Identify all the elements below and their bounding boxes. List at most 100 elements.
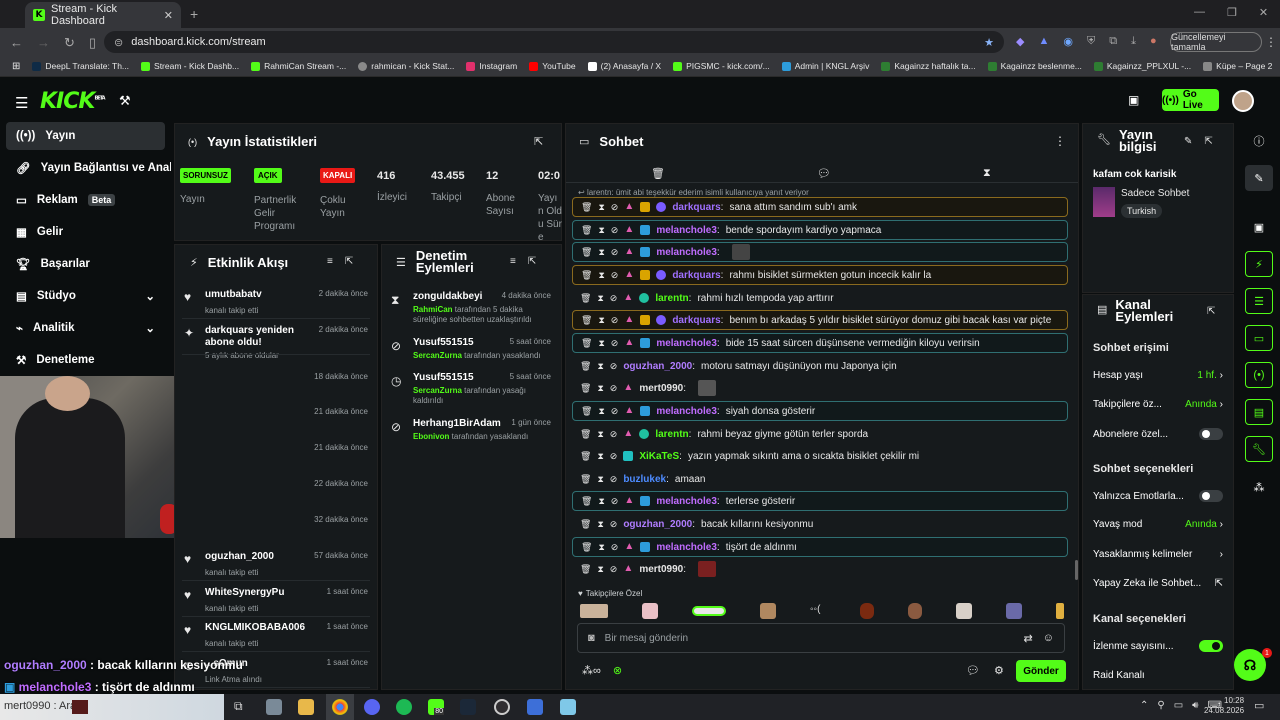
trash-icon[interactable]: 🗑︎ bbox=[581, 247, 592, 258]
download-icon[interactable]: ⤓ bbox=[1131, 35, 1136, 48]
trash-icon[interactable]: 🗑︎ bbox=[581, 315, 592, 326]
emote[interactable] bbox=[908, 603, 922, 619]
ban-icon[interactable]: ⊘ bbox=[611, 315, 619, 326]
lightning-icon[interactable]: ⚡︎ bbox=[1245, 251, 1273, 277]
popout-icon[interactable]: ⇱ bbox=[528, 256, 536, 267]
discord-icon[interactable] bbox=[364, 699, 380, 715]
kick-badge-icon[interactable]: ⊗ bbox=[613, 664, 622, 677]
go-live-button[interactable]: ((•)) Go Live bbox=[1162, 89, 1219, 111]
chat-message[interactable]: 🗑︎ ⧗ ⊘ ▲ mert0990: bbox=[572, 559, 1068, 579]
trash-icon[interactable]: 🗑︎ bbox=[581, 542, 592, 553]
chat-message[interactable]: 🗑︎ ⧗ ⊘ ▲ larentn: rahmi beyaz giyme götü… bbox=[572, 424, 1068, 444]
hourglass-icon[interactable]: ⧗ bbox=[597, 564, 603, 575]
emote-only-toggle[interactable] bbox=[1199, 490, 1223, 502]
edit-icon[interactable]: ✎ bbox=[1184, 136, 1192, 147]
subscribers-only-toggle[interactable] bbox=[1199, 428, 1223, 440]
steam-icon[interactable] bbox=[460, 699, 476, 715]
emote[interactable] bbox=[580, 604, 608, 618]
extension-icon[interactable]: ◆ bbox=[1016, 35, 1024, 48]
taskbar-app-icon[interactable] bbox=[527, 699, 543, 715]
hourglass-icon[interactable]: ⧗ bbox=[597, 519, 603, 530]
sidebar-item-basarilar[interactable]: 🏆︎ Başarılar bbox=[6, 250, 165, 278]
chat-username[interactable]: mert0990 bbox=[639, 383, 683, 394]
chat-message[interactable]: 🗑︎ ⧗ ⊘ ▲ melanchole3: bende spordayım ka… bbox=[572, 220, 1068, 240]
chat-username[interactable]: darkquars bbox=[672, 270, 720, 281]
chat-message[interactable]: 🗑︎ ⧗ ⊘ ▲ melanchole3: bide 15 saat sürce… bbox=[572, 333, 1068, 353]
trash-icon[interactable]: 🗑︎ bbox=[580, 474, 591, 485]
followers-only-setting[interactable]: Takipçilere öz... Anında › bbox=[1093, 399, 1223, 410]
community-icon[interactable]: ⁂ bbox=[1245, 474, 1273, 500]
ban-icon[interactable]: ⊘ bbox=[611, 225, 619, 236]
chat-message[interactable]: 🗑︎ ⧗ ⊘ ▲ larentn: rahmi hızlı tempoda ya… bbox=[572, 288, 1068, 308]
ban-icon[interactable]: ⊘ bbox=[611, 270, 619, 281]
ban-icon[interactable]: ⊘ bbox=[611, 496, 619, 507]
emote[interactable] bbox=[692, 606, 726, 616]
chat-username[interactable]: oguzhan_2000 bbox=[623, 361, 692, 372]
trash-icon[interactable]: 🗑︎ bbox=[580, 429, 591, 440]
chat-username[interactable]: melanchole3 bbox=[656, 406, 717, 417]
chat-username[interactable]: melanchole3 bbox=[656, 247, 717, 258]
trash-icon[interactable]: 🗑︎ bbox=[581, 496, 592, 507]
bookmark-item[interactable]: Kagainzz haftalık ta... bbox=[875, 61, 981, 71]
tray-icon[interactable]: ⚲ bbox=[1157, 700, 1164, 711]
sidebar-item-reklam[interactable]: ▭ Reklam Beta bbox=[6, 186, 165, 214]
chat-message[interactable]: 🗑︎ ⧗ ⊘ ▲ melanchole3: bbox=[572, 242, 1068, 262]
popout-icon[interactable]: ⇱ bbox=[1204, 136, 1212, 147]
chat-message[interactable]: 🗑︎ ⧗ ⊘ XiKaTeS: yazın yapmak sıkıntı ama… bbox=[572, 446, 1068, 466]
omnibox[interactable]: ⊜ dashboard.kick.com/stream ★ bbox=[104, 31, 1004, 53]
chat-options-icon[interactable]: ⋮ bbox=[1054, 134, 1066, 148]
ban-icon[interactable]: ⊘ bbox=[610, 474, 618, 485]
wrench-icon[interactable]: 🔧︎ bbox=[1245, 436, 1273, 462]
folder-icon[interactable] bbox=[298, 699, 314, 715]
site-info-icon[interactable]: ⊜ bbox=[114, 36, 123, 49]
chat-username[interactable]: melanchole3 bbox=[656, 225, 717, 236]
popout-icon[interactable]: ⇱ bbox=[1207, 306, 1215, 317]
send-button[interactable]: Gönder bbox=[1016, 660, 1066, 682]
bookmark-item[interactable]: Kagainzz_PPLXUL -... bbox=[1088, 61, 1197, 71]
account-age-setting[interactable]: Hesap yaşı 1 hf. › bbox=[1093, 370, 1223, 381]
chat-message[interactable]: 🗑︎ ⧗ ⊘ ▲ melanchole3: siyah donsa göster… bbox=[572, 401, 1068, 421]
emote[interactable] bbox=[1056, 603, 1064, 619]
filter-icon[interactable]: ≡ bbox=[327, 256, 333, 267]
task-view-icon[interactable]: ⧉ bbox=[234, 699, 243, 714]
slow-mode-setting[interactable]: Yavaş mod Anında › bbox=[1093, 519, 1223, 530]
extension-icon[interactable]: ▲ bbox=[1038, 35, 1049, 48]
chat-message[interactable]: 🗑︎ ⧗ ⊘ ▲ darkquars: rahmı bisiklet sürme… bbox=[572, 265, 1068, 285]
chat-message[interactable]: 🗑︎ ⧗ ⊘ oguzhan_2000: motoru satmayı düşü… bbox=[572, 356, 1068, 376]
extension-icon[interactable]: ◉ bbox=[1063, 35, 1073, 48]
forward-icon[interactable]: → bbox=[37, 35, 50, 51]
chat-username[interactable]: oguzhan_2000 bbox=[623, 519, 692, 530]
taskbar-app-icon[interactable] bbox=[560, 699, 576, 715]
ban-icon[interactable]: ⊘ bbox=[611, 406, 619, 417]
chat-message[interactable]: 🗑︎ ⧗ ⊘ ▲ mert0990: bbox=[572, 378, 1068, 398]
stream-preview-icon[interactable]: ▣ bbox=[1128, 93, 1139, 107]
sidebar-item-analitik[interactable]: ⌁ Analitik ⌄ bbox=[6, 314, 165, 342]
bookmark-item[interactable]: Instagram bbox=[460, 61, 523, 71]
obs-icon[interactable] bbox=[494, 699, 510, 715]
emote[interactable]: ◦◦( bbox=[810, 604, 826, 618]
bookmark-item[interactable]: RahmiCan Stream -... bbox=[245, 61, 352, 71]
hourglass-icon[interactable]: ⧗ bbox=[598, 338, 604, 349]
puzzle-icon[interactable]: ⧉ bbox=[1109, 35, 1117, 48]
new-tab-icon[interactable]: + bbox=[190, 6, 198, 22]
trash-icon[interactable]: 🗑︎ bbox=[581, 225, 592, 236]
hourglass-icon[interactable]: ⧗ bbox=[598, 225, 604, 236]
trash-icon[interactable]: 🗑︎ bbox=[581, 202, 592, 213]
edit-icon[interactable]: ✎ bbox=[1245, 165, 1273, 191]
chat-message[interactable]: 🗑︎ ⧗ ⊘ oguzhan_2000: bacak kıllarını kes… bbox=[572, 514, 1068, 534]
trash-icon[interactable]: 🗑︎ bbox=[580, 519, 591, 530]
broadcast-icon[interactable]: (•) bbox=[1245, 362, 1273, 388]
emote[interactable] bbox=[1006, 603, 1022, 619]
hourglass-icon[interactable]: ⧗ bbox=[597, 293, 603, 304]
split-view-icon[interactable]: ▯ bbox=[89, 35, 96, 51]
sidebar-item-yayin[interactable]: ((•)) Yayın bbox=[6, 122, 165, 150]
minimize-icon[interactable]: — bbox=[1194, 6, 1205, 19]
chevron-up-icon[interactable]: ⌃ bbox=[1140, 700, 1148, 711]
hourglass-icon[interactable]: ⧗ bbox=[598, 315, 604, 326]
apps-grid-icon[interactable]: ⊞ bbox=[6, 61, 26, 72]
trash-icon[interactable]: 🗑︎ bbox=[580, 451, 591, 462]
trash-icon[interactable]: 🗑︎ bbox=[651, 167, 665, 180]
hourglass-icon[interactable]: ⧗ bbox=[598, 202, 604, 213]
close-window-icon[interactable]: ✕ bbox=[1259, 6, 1268, 19]
hourglass-icon[interactable]: ⧗ bbox=[983, 167, 991, 180]
